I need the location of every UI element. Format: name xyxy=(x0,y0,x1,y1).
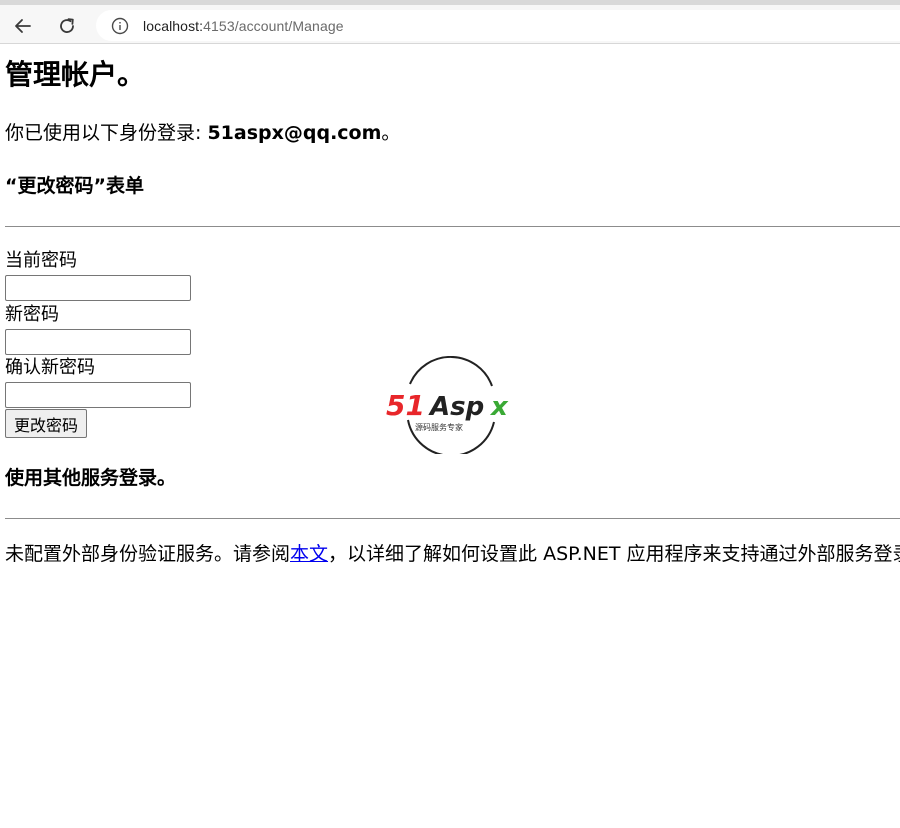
url-text: localhost:4153/account/Manage xyxy=(143,18,344,34)
external-login-heading: 使用其他服务登录。 xyxy=(5,467,177,489)
login-status: 你已使用以下身份登录: 51aspx@qq.com。 xyxy=(5,120,400,146)
external-text-after: ，以详细了解如何设置此 ASP.NET 应用程序来支持通过外部服务登录。 xyxy=(328,543,900,565)
divider xyxy=(5,518,900,519)
external-text-before: 未配置外部身份验证服务。请参阅 xyxy=(5,543,291,565)
login-prefix: 你已使用以下身份登录: xyxy=(5,122,208,144)
info-icon[interactable] xyxy=(111,17,129,35)
reload-button[interactable] xyxy=(52,11,82,41)
watermark-logo: 51 Asp x 源码服务专家 xyxy=(382,355,518,457)
login-email: 51aspx@qq.com xyxy=(207,122,382,144)
watermark-brand-number: 51 xyxy=(386,389,425,422)
external-login-message: 未配置外部身份验证服务。请参阅本文，以详细了解如何设置此 ASP.NET 应用程… xyxy=(5,541,900,567)
change-password-button[interactable]: 更改密码 xyxy=(5,409,88,438)
new-password-label: 新密码 xyxy=(5,304,59,325)
article-link[interactable]: 本文 xyxy=(290,543,328,565)
current-password-label: 当前密码 xyxy=(5,250,77,271)
browser-toolbar: localhost:4153/account/Manage xyxy=(0,0,900,44)
arrow-left-icon xyxy=(15,19,31,33)
watermark-tagline: 源码服务专家 xyxy=(415,422,463,432)
back-button[interactable] xyxy=(8,11,38,41)
current-password-input[interactable] xyxy=(5,275,191,301)
new-password-input[interactable] xyxy=(5,329,191,355)
watermark-brand-x: x xyxy=(489,392,509,422)
confirm-password-input[interactable] xyxy=(5,382,191,408)
divider xyxy=(5,226,900,227)
reload-icon xyxy=(60,18,74,33)
page-title: 管理帐户。 xyxy=(5,58,146,91)
address-bar[interactable]: localhost:4153/account/Manage xyxy=(96,10,900,41)
login-suffix: 。 xyxy=(381,122,401,144)
url-path: 4153/account/Manage xyxy=(203,17,344,34)
confirm-password-label: 确认新密码 xyxy=(5,357,95,378)
url-host: localhost: xyxy=(143,17,204,34)
watermark-brand-text: Asp xyxy=(428,392,484,422)
change-password-heading: “更改密码”表单 xyxy=(5,175,144,197)
